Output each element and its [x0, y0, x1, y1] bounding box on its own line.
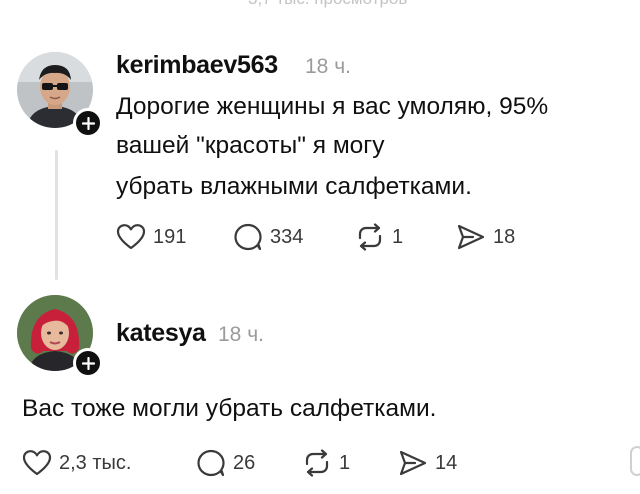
plus-icon [81, 116, 95, 130]
post-text-line: Дорогие женщины я вас умоляю, 95% [116, 93, 549, 120]
repost-count: 1 [392, 225, 404, 248]
views-count-cut: 3,7 тыс. просмотров [248, 0, 407, 9]
like-count: 2,3 тыс. [59, 451, 132, 474]
post-text-line: вашей "красоты" я могу [116, 132, 385, 159]
plus-icon [81, 356, 95, 370]
thread-line [55, 150, 58, 280]
comment-count: 334 [270, 225, 304, 248]
heart-icon [22, 450, 52, 476]
like-button[interactable]: 191 [116, 223, 186, 251]
heart-icon [116, 224, 146, 250]
repost-icon [358, 223, 382, 251]
share-icon [399, 450, 427, 476]
comment-count: 26 [233, 451, 256, 474]
username-kerimbaev563[interactable]: kerimbaev563 [116, 51, 278, 80]
comment-icon [234, 223, 262, 251]
post-time: 18 ч. [305, 55, 351, 78]
repost-count: 1 [339, 451, 351, 474]
post-text-line: убрать влажными салфетками. [116, 173, 472, 200]
follow-button-katesya[interactable] [73, 348, 103, 378]
repost-button[interactable]: 1 [302, 449, 350, 477]
post-time: 18 ч. [218, 323, 264, 346]
share-count: 14 [435, 451, 458, 474]
comment-icon [197, 449, 225, 477]
like-button[interactable]: 2,3 тыс. [22, 449, 131, 477]
edge-partial-element [630, 446, 640, 476]
follow-button-kerimbaev563[interactable] [73, 108, 103, 138]
share-button[interactable]: 14 [398, 449, 457, 477]
comment-button[interactable]: 26 [196, 449, 255, 477]
share-icon [457, 224, 485, 250]
share-button[interactable]: 18 [456, 223, 515, 251]
share-count: 18 [493, 225, 516, 248]
repost-button[interactable]: 1 [355, 223, 403, 251]
comment-button[interactable]: 334 [233, 223, 303, 251]
like-count: 191 [153, 225, 187, 248]
repost-icon [305, 449, 329, 477]
post-text-line: Вас тоже могли убрать салфетками. [22, 395, 437, 422]
username-katesya[interactable]: katesya [116, 319, 206, 348]
